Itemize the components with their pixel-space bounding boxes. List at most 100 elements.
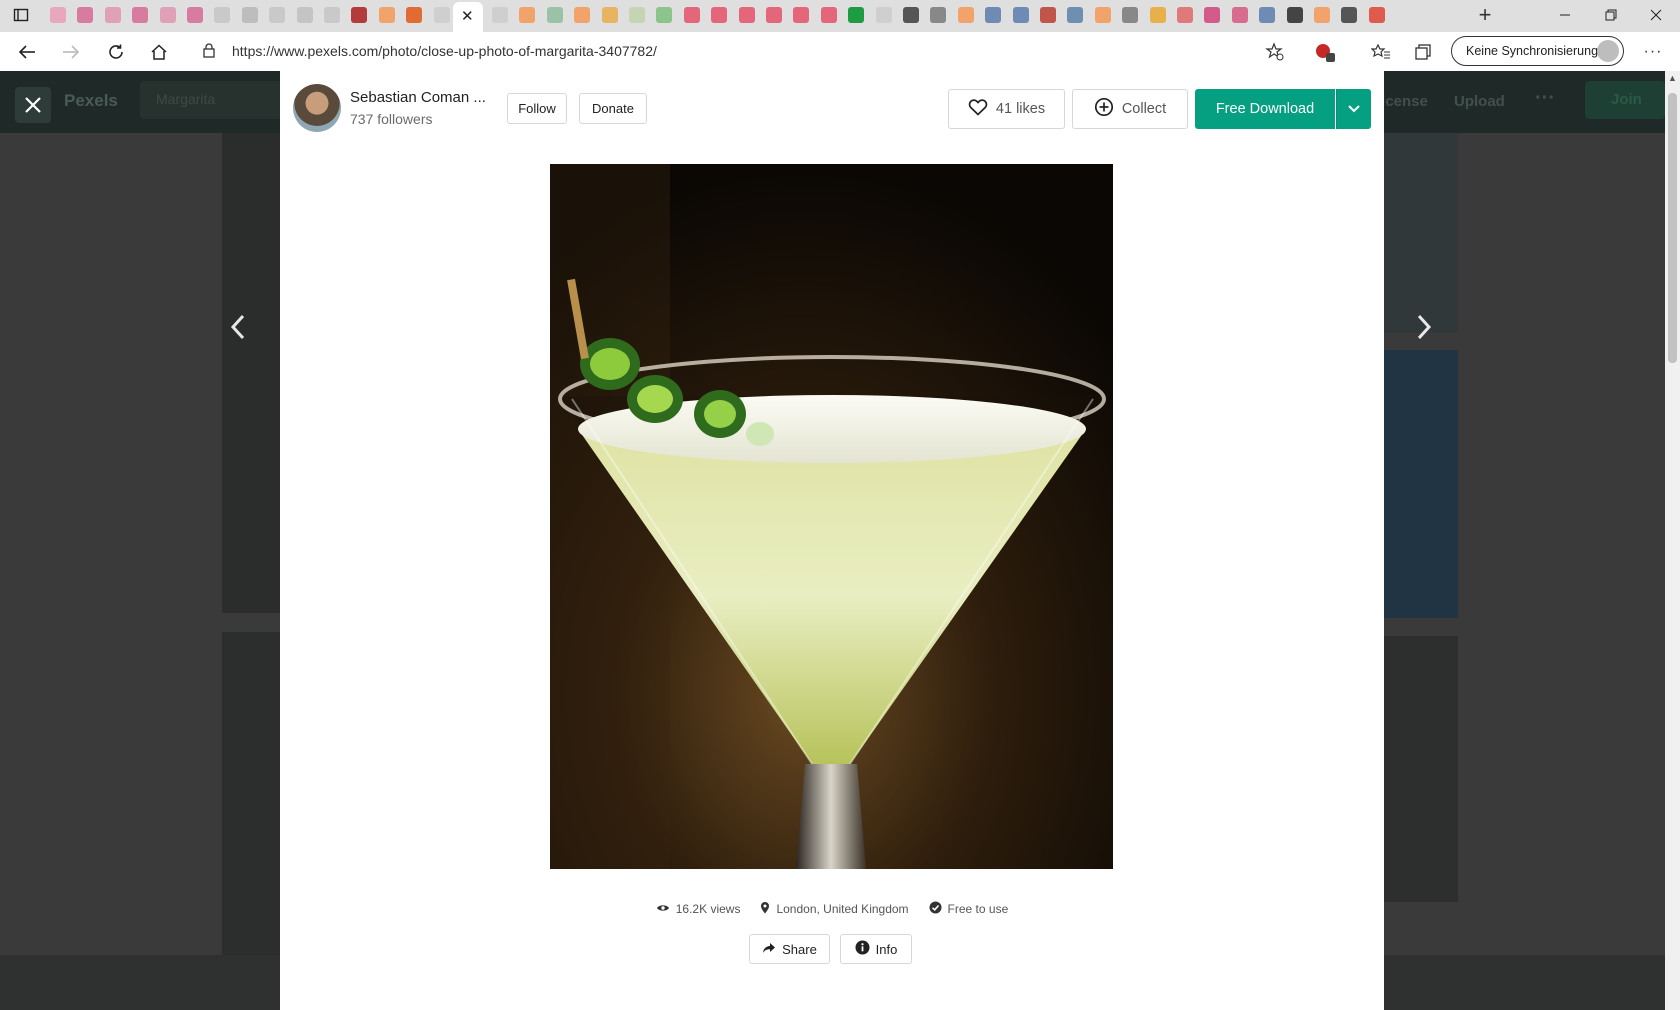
share-label: Share bbox=[782, 941, 817, 957]
duckduckgo-tab-icon[interactable] bbox=[1314, 7, 1330, 23]
minimize-button[interactable] bbox=[1552, 2, 1578, 28]
bug-tab-icon[interactable] bbox=[1341, 7, 1358, 23]
duckduckgo-tab-icon[interactable] bbox=[406, 7, 423, 23]
site-brand: Pexels bbox=[64, 91, 118, 110]
tab-actions-icon[interactable] bbox=[8, 2, 34, 28]
donate-button[interactable]: Donate bbox=[579, 93, 647, 124]
home-button[interactable] bbox=[146, 39, 172, 65]
views-label: 16.2K views bbox=[675, 902, 741, 916]
close-window-button[interactable] bbox=[1643, 2, 1669, 28]
pinterest-tab-icon[interactable] bbox=[683, 7, 700, 23]
heart-icon bbox=[968, 98, 988, 120]
duckduckgo-tab-icon[interactable] bbox=[1094, 7, 1111, 23]
free-download-button[interactable]: Free Download bbox=[1195, 89, 1335, 129]
page-tab-icon[interactable] bbox=[296, 7, 313, 23]
license-meta[interactable]: Free to use bbox=[929, 901, 1009, 917]
margarita-photo[interactable] bbox=[550, 164, 1113, 869]
red-tab-icon[interactable] bbox=[1040, 7, 1056, 23]
pinterest-tab-icon[interactable] bbox=[820, 7, 837, 23]
pink-tab-icon[interactable] bbox=[159, 7, 176, 23]
chat-tab-icon[interactable] bbox=[656, 7, 673, 23]
scroll-up-arrow-icon[interactable]: ▲ bbox=[1668, 73, 1677, 83]
ycombinator-tab-icon[interactable] bbox=[1149, 7, 1166, 23]
license-label[interactable]: Free to use bbox=[948, 902, 1009, 916]
pinterest-tab-icon[interactable] bbox=[711, 7, 728, 23]
previous-photo-arrow-icon[interactable] bbox=[228, 312, 248, 351]
scrollbar-thumb[interactable] bbox=[1668, 93, 1677, 363]
site-nav-upload: Upload bbox=[1454, 93, 1505, 110]
duckduckgo-tab-icon[interactable] bbox=[574, 7, 591, 23]
forward-button[interactable] bbox=[58, 39, 84, 65]
pink-tab-icon[interactable] bbox=[104, 7, 121, 23]
location-label[interactable]: London, United Kingdom bbox=[776, 902, 908, 916]
drop-tab-icon[interactable] bbox=[985, 7, 1002, 23]
next-photo-arrow-icon[interactable] bbox=[1414, 312, 1434, 351]
background-photo-thumbnail bbox=[222, 632, 280, 956]
new-tab-button[interactable]: + bbox=[1472, 2, 1498, 28]
duckduckgo-tab-icon[interactable] bbox=[519, 7, 536, 23]
globe-tab-icon[interactable] bbox=[546, 7, 563, 23]
page-tab-icon[interactable] bbox=[433, 7, 450, 23]
address-bar[interactable]: https://www.pexels.com/photo/close-up-ph… bbox=[190, 36, 1300, 66]
location-pin-icon bbox=[760, 901, 770, 917]
pink-tab-icon[interactable] bbox=[50, 7, 66, 23]
pexels-tab-icon[interactable] bbox=[848, 7, 865, 23]
drop-tab-icon[interactable] bbox=[1259, 7, 1276, 23]
pink-tab-icon[interactable] bbox=[77, 7, 94, 23]
pinterest-tab-icon[interactable] bbox=[766, 7, 782, 23]
share-button[interactable]: Share bbox=[749, 934, 830, 964]
author-avatar[interactable] bbox=[293, 84, 341, 132]
adblock-extension-icon[interactable] bbox=[1312, 39, 1338, 65]
page-tab-icon[interactable] bbox=[875, 7, 892, 23]
follow-button[interactable]: Follow bbox=[507, 93, 567, 124]
site-search-value: Margarita bbox=[156, 91, 216, 107]
pink-tab-icon[interactable] bbox=[132, 7, 149, 23]
collect-button[interactable]: Collect bbox=[1072, 89, 1188, 129]
info-icon bbox=[855, 940, 870, 958]
restore-button[interactable] bbox=[1598, 2, 1624, 28]
close-modal-button[interactable] bbox=[15, 87, 51, 123]
sync-profile-button[interactable]: Keine Synchronisierung bbox=[1451, 36, 1624, 66]
reload-button[interactable] bbox=[103, 39, 129, 65]
follow-label: Follow bbox=[518, 101, 556, 116]
back-button[interactable] bbox=[14, 39, 40, 65]
close-tab-icon[interactable]: ✕ bbox=[461, 7, 474, 25]
red-tab-icon[interactable] bbox=[1177, 7, 1193, 23]
duckduckgo-tab-icon[interactable] bbox=[378, 7, 395, 23]
wikipedia-tab-icon[interactable] bbox=[1122, 7, 1139, 23]
check-circle-icon bbox=[929, 901, 942, 917]
page-tab-icon[interactable] bbox=[269, 7, 286, 23]
page-tab-icon[interactable] bbox=[492, 7, 508, 23]
page-scrollbar[interactable]: ▲ bbox=[1665, 71, 1680, 1010]
download-options-button[interactable] bbox=[1336, 89, 1371, 129]
lock-icon[interactable] bbox=[202, 42, 220, 60]
favorite-star-icon[interactable] bbox=[1262, 39, 1288, 65]
cherry-tab-icon[interactable] bbox=[351, 7, 368, 23]
info-button[interactable]: Info bbox=[840, 934, 912, 964]
pinterest-tab-icon[interactable] bbox=[793, 7, 810, 23]
pink-tab-icon[interactable] bbox=[187, 7, 203, 23]
adobe-tab-icon[interactable] bbox=[1368, 7, 1385, 23]
wikipedia-tab-icon[interactable] bbox=[903, 7, 919, 23]
collections-icon[interactable] bbox=[1410, 39, 1436, 65]
rainbow-tab-icon[interactable] bbox=[601, 7, 618, 23]
d-tab-icon[interactable] bbox=[1286, 7, 1303, 23]
url-text[interactable]: https://www.pexels.com/photo/close-up-ph… bbox=[232, 43, 657, 59]
page-tab-icon[interactable] bbox=[629, 7, 645, 23]
drop-tab-icon[interactable] bbox=[1012, 7, 1029, 23]
swirl-tab-icon[interactable] bbox=[1231, 7, 1248, 23]
duckduckgo-tab-icon[interactable] bbox=[957, 7, 974, 23]
location-meta[interactable]: London, United Kingdom bbox=[760, 901, 909, 917]
tools-tab-icon[interactable] bbox=[1067, 7, 1084, 23]
active-tab[interactable]: ✕ bbox=[453, 2, 483, 32]
author-name[interactable]: Sebastian Coman ... bbox=[350, 89, 486, 106]
page-tab-icon[interactable] bbox=[324, 7, 340, 23]
flickr-tab-icon[interactable] bbox=[1204, 7, 1221, 23]
pinterest-tab-icon[interactable] bbox=[738, 7, 755, 23]
page-tab-icon[interactable] bbox=[214, 7, 231, 23]
settings-menu-icon[interactable]: ··· bbox=[1640, 39, 1666, 65]
favorites-icon[interactable] bbox=[1368, 39, 1394, 65]
wikipedia-tab-icon[interactable] bbox=[930, 7, 947, 23]
page-tab-icon[interactable] bbox=[241, 7, 258, 23]
like-button[interactable]: 41 likes bbox=[948, 89, 1065, 129]
